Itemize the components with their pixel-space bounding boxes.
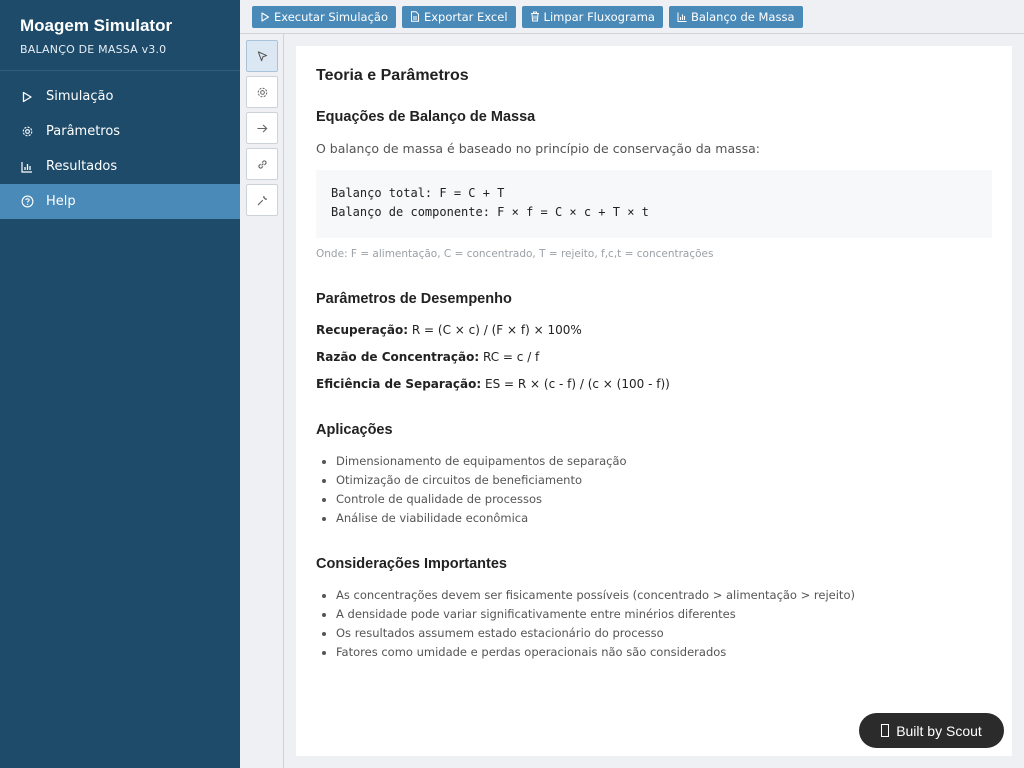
sidebar-item-label: Resultados <box>46 159 118 174</box>
mass-balance-button[interactable]: Balanço de Massa <box>668 5 803 28</box>
sidebar-item-resultados[interactable]: Resultados <box>0 149 240 184</box>
equation-block: Balanço total: F = C + T Balanço de comp… <box>316 170 992 238</box>
pointer-tool[interactable] <box>246 40 278 72</box>
metric-label: Razão de Concentração: <box>316 350 480 364</box>
equation-total: Balanço total: F = C + T <box>331 186 505 200</box>
sidebar-item-simulacao[interactable]: Simulação <box>0 79 240 114</box>
list-item: Dimensionamento de equipamentos de separ… <box>336 452 627 471</box>
run-simulation-button[interactable]: Executar Simulação <box>252 5 396 28</box>
wrench-icon <box>257 195 267 205</box>
equipment-tool[interactable] <box>246 76 278 108</box>
equation-component: Balanço de componente: F × f = C × c + T… <box>331 205 649 219</box>
export-excel-button[interactable]: Exportar Excel <box>401 5 516 28</box>
metric-label: Eficiência de Separação: <box>316 377 482 391</box>
list-item: A densidade pode variar significativamen… <box>336 605 855 624</box>
play-icon <box>20 90 34 104</box>
built-by-scout-badge[interactable]: Built by Scout <box>859 713 1004 748</box>
bar-chart-icon <box>20 160 34 174</box>
flow-tool[interactable] <box>246 112 278 144</box>
run-simulation-label: Executar Simulação <box>274 9 388 24</box>
app-subtitle: BALANÇO DE MASSA v3.0 <box>20 43 167 56</box>
scout-icon <box>881 724 890 737</box>
clear-flowchart-label: Limpar Fluxograma <box>543 9 655 24</box>
section-heading-considerations: Considerações Importantes <box>316 556 507 572</box>
equation-note: Onde: F = alimentação, C = concentrado, … <box>316 248 714 260</box>
mass-balance-label: Balanço de Massa <box>690 9 795 24</box>
toolbar: Executar Simulação Exportar Excel Limpar… <box>240 0 1024 34</box>
app-title: Moagem Simulator <box>20 16 173 35</box>
gear-icon <box>257 87 267 97</box>
tool-strip <box>240 34 284 768</box>
brand: Moagem Simulator BALANÇO DE MASSA v3.0 <box>0 0 240 71</box>
list-item: Otimização de circuitos de beneficiament… <box>336 471 627 490</box>
section-heading-mass-balance: Equações de Balanço de Massa <box>316 109 536 125</box>
section-intro: O balanço de massa é baseado no princípi… <box>316 141 761 156</box>
badge-label: Built by Scout <box>896 722 982 739</box>
play-icon <box>261 11 270 22</box>
metric-label: Recuperação: <box>316 323 409 337</box>
help-panel: Teoria e Parâmetros Equações de Balanço … <box>296 46 1012 756</box>
help-circle-icon <box>20 195 34 209</box>
sidebar-item-label: Help <box>46 194 76 209</box>
pointer-icon <box>257 50 267 61</box>
settings-tool[interactable] <box>246 184 278 216</box>
considerations-list: As concentrações devem ser fisicamente p… <box>336 586 855 662</box>
connect-tool[interactable] <box>246 148 278 180</box>
list-item: As concentrações devem ser fisicamente p… <box>336 586 855 605</box>
metric-concentration-ratio: Razão de Concentração: RC = c / f <box>316 350 539 364</box>
applications-list: Dimensionamento de equipamentos de separ… <box>336 452 627 528</box>
sidebar-item-label: Simulação <box>46 89 114 104</box>
sidebar-item-help[interactable]: Help <box>0 184 240 219</box>
section-heading-applications: Aplicações <box>316 422 393 438</box>
trash-icon <box>530 11 539 22</box>
sidebar-item-parametros[interactable]: Parâmetros <box>0 114 240 149</box>
metric-recovery: Recuperação: R = (C × c) / (F × f) × 100… <box>316 323 582 337</box>
arrow-right-icon <box>256 124 267 132</box>
file-icon <box>410 11 419 22</box>
page-title: Teoria e Parâmetros <box>316 67 469 84</box>
metric-formula: RC = c / f <box>482 350 540 364</box>
metric-separation-efficiency: Eficiência de Separação: ES = R × (c - f… <box>316 377 670 391</box>
export-excel-label: Exportar Excel <box>423 9 508 24</box>
section-heading-performance: Parâmetros de Desempenho <box>316 291 512 307</box>
list-item: Fatores como umidade e perdas operaciona… <box>336 643 855 662</box>
list-item: Análise de viabilidade econômica <box>336 509 627 528</box>
metric-formula: ES = R × (c - f) / (c × (100 - f)) <box>484 377 670 391</box>
gear-icon <box>20 125 34 139</box>
sidebar-nav: Simulação Parâmetros Resultados Help <box>0 79 240 219</box>
list-item: Os resultados assumem estado estacionári… <box>336 624 855 643</box>
sidebar: Moagem Simulator BALANÇO DE MASSA v3.0 S… <box>0 0 240 768</box>
metric-formula: R = (C × c) / (F × f) × 100% <box>411 323 582 337</box>
bar-chart-icon <box>677 12 687 22</box>
clear-flowchart-button[interactable]: Limpar Fluxograma <box>521 5 663 28</box>
sidebar-item-label: Parâmetros <box>46 124 121 139</box>
list-item: Controle de qualidade de processos <box>336 490 627 509</box>
link-icon <box>257 159 267 169</box>
